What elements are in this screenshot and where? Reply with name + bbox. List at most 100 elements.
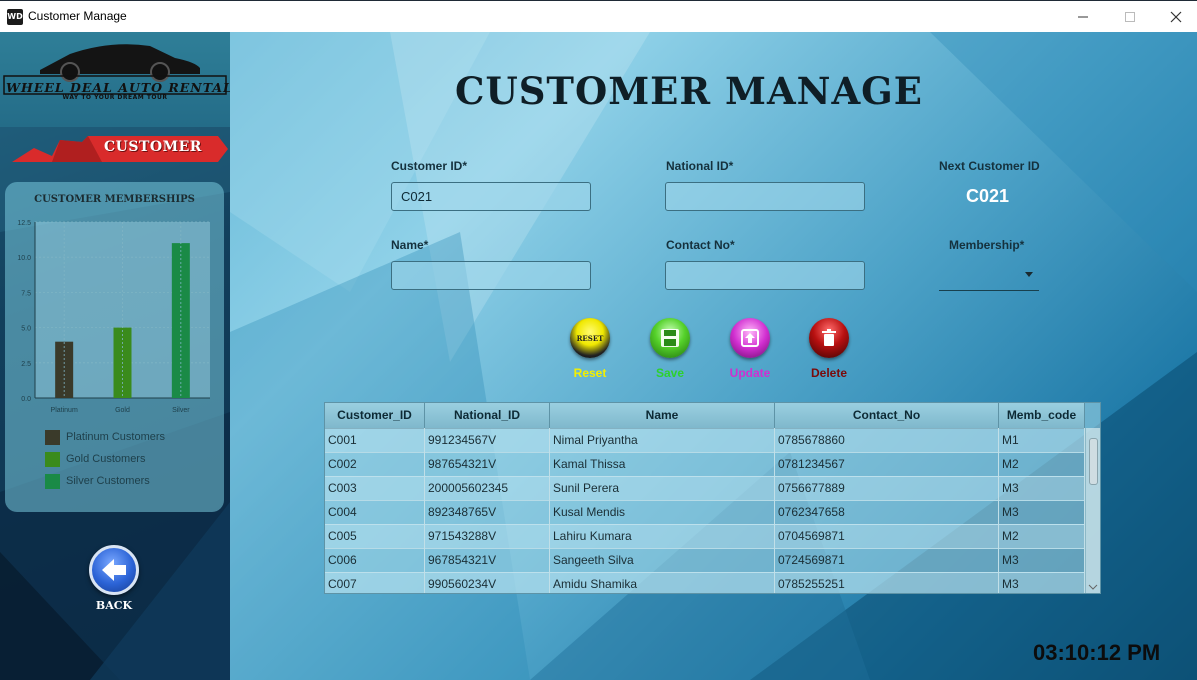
- column-header-national-id[interactable]: National_ID: [425, 403, 550, 428]
- name-field[interactable]: [391, 261, 591, 290]
- y-tick-label: 2.5: [21, 361, 31, 368]
- table-header: Customer_ID National_ID Name Contact_No …: [325, 403, 1085, 429]
- cell-customer-id: C004: [325, 500, 425, 524]
- y-tick-label: 0.0: [21, 396, 31, 403]
- membership-label: Membership*: [949, 238, 1025, 252]
- maximize-button[interactable]: [1107, 1, 1153, 32]
- table-row[interactable]: C004 892348765V Kusal Mendis 0762347658 M3: [325, 500, 1085, 525]
- delete-label: Delete: [810, 366, 848, 380]
- y-tick-label: 5.0: [21, 326, 31, 333]
- y-tick-label: 7.5: [21, 290, 31, 297]
- update-icon: [741, 329, 759, 347]
- legend-swatch-gold: [45, 451, 60, 467]
- cell-contact-no: 0762347658: [775, 500, 999, 524]
- app-logo-icon: WD: [7, 9, 23, 25]
- cell-contact-no: 0756677889: [775, 476, 999, 500]
- scroll-down-icon[interactable]: [1087, 583, 1099, 591]
- cell-name: Sangeeth Silva: [550, 548, 775, 572]
- column-header-name[interactable]: Name: [550, 403, 775, 428]
- save-button[interactable]: [650, 318, 690, 358]
- table-body: C001 991234567V Nimal Priyantha 0785678860 M…: [325, 428, 1085, 593]
- cell-memb-code: M1: [999, 428, 1085, 452]
- logo-tagline: WAY TO YOUR DREAM TOUR: [62, 94, 168, 101]
- maximize-icon: [1125, 11, 1135, 22]
- legend-item-platinum: Platinum Customers: [45, 428, 165, 446]
- cell-memb-code: M3: [999, 500, 1085, 524]
- cell-name: Amidu Shamika: [550, 572, 775, 593]
- title-bar: WD Customer Manage: [0, 0, 1197, 32]
- close-button[interactable]: [1153, 1, 1197, 32]
- table-row[interactable]: C007 990560234V Amidu Shamika 0785255251 M3: [325, 572, 1085, 593]
- y-tick-label: 12.5: [17, 220, 31, 227]
- main-panel: CUSTOMER MANAGE Customer ID* National ID…: [230, 32, 1197, 680]
- chart-title: CUSTOMER MEMBERSHIPS: [34, 194, 195, 205]
- cell-contact-no: 0781234567: [775, 452, 999, 476]
- legend-label-gold: Gold Customers: [66, 453, 146, 465]
- cell-memb-code: M2: [999, 524, 1085, 548]
- national-id-label: National ID*: [666, 159, 734, 173]
- cell-memb-code: M3: [999, 548, 1085, 572]
- update-label: Update: [729, 366, 771, 380]
- table-row[interactable]: C006 967854321V Sangeeth Silva 0724569871 M3: [325, 548, 1085, 573]
- column-header-customer-id[interactable]: Customer_ID: [325, 403, 425, 428]
- back-label: BACK: [95, 599, 133, 612]
- cell-memb-code: M2: [999, 452, 1085, 476]
- column-header-contact-no[interactable]: Contact_No: [775, 403, 999, 428]
- x-tick-label: Gold: [115, 407, 130, 414]
- cell-national-id: 971543288V: [425, 524, 550, 548]
- legend-item-silver: Silver Customers: [45, 472, 150, 490]
- logo-text: WHEEL DEAL AUTO RENTAL: [6, 80, 230, 95]
- y-tick-label: 10.0: [17, 255, 31, 262]
- cell-contact-no: 0785678860: [775, 428, 999, 452]
- national-id-field[interactable]: [665, 182, 865, 211]
- column-header-memb-code[interactable]: Memb_code: [999, 403, 1085, 428]
- reset-icon: RESET: [576, 333, 604, 343]
- cell-contact-no: 0704569871: [775, 524, 999, 548]
- customer-section-label: CUSTOMER: [104, 139, 202, 155]
- cell-national-id: 200005602345: [425, 476, 550, 500]
- minimize-button[interactable]: [1060, 1, 1106, 32]
- table-row[interactable]: C002 987654321V Kamal Thissa 0781234567 M2: [325, 452, 1085, 477]
- cell-customer-id: C007: [325, 572, 425, 593]
- cell-name: Kamal Thissa: [550, 452, 775, 476]
- legend-label-silver: Silver Customers: [66, 475, 150, 487]
- cell-memb-code: M3: [999, 476, 1085, 500]
- x-tick-label: Silver: [172, 407, 190, 414]
- table-row[interactable]: C003 200005602345 Sunil Perera 0756677889 M3: [325, 476, 1085, 501]
- customer-id-field[interactable]: [391, 182, 591, 211]
- contact-no-field[interactable]: [665, 261, 865, 290]
- table-row[interactable]: C005 971543288V Lahiru Kumara 0704569871 M2: [325, 524, 1085, 549]
- membership-dropdown[interactable]: [939, 262, 1039, 291]
- legend-item-gold: Gold Customers: [45, 450, 145, 468]
- table-scrollbar[interactable]: [1085, 428, 1100, 593]
- back-button[interactable]: [89, 545, 139, 595]
- scrollbar-thumb[interactable]: [1089, 438, 1098, 485]
- customer-id-label: Customer ID*: [391, 159, 468, 173]
- reset-label: Reset: [573, 366, 607, 380]
- cell-customer-id: C006: [325, 548, 425, 572]
- membership-chart-card: CUSTOMER MEMBERSHIPS 0.0 2.5 5.0 7.5 10.0 12.…: [5, 182, 224, 512]
- cell-contact-no: 0785255251: [775, 572, 999, 593]
- cell-contact-no: 0724569871: [775, 548, 999, 572]
- table-row[interactable]: C001 991234567V Nimal Priyantha 0785678860 M…: [325, 428, 1085, 453]
- legend-swatch-platinum: [45, 429, 60, 445]
- delete-button[interactable]: [809, 318, 849, 358]
- name-label: Name*: [391, 238, 429, 252]
- minimize-icon: [1078, 16, 1088, 17]
- cell-name: Lahiru Kumara: [550, 524, 775, 548]
- legend-label-platinum: Platinum Customers: [66, 431, 166, 443]
- trash-icon: [822, 329, 836, 346]
- chart-legend: Platinum Customers Gold Customers Silver…: [39, 428, 209, 500]
- save-icon: [661, 329, 679, 347]
- cell-national-id: 892348765V: [425, 500, 550, 524]
- cell-national-id: 991234567V: [425, 428, 550, 452]
- chevron-down-icon: [1025, 272, 1033, 277]
- legend-swatch-silver: [45, 473, 60, 489]
- back-arrow-icon: [102, 559, 126, 581]
- cell-national-id: 990560234V: [425, 572, 550, 593]
- reset-button[interactable]: RESET: [570, 318, 610, 358]
- logo-panel: WHEEL DEAL AUTO RENTAL WAY TO YOUR DREAM…: [0, 32, 230, 127]
- sidebar: WHEEL DEAL AUTO RENTAL WAY TO YOUR DREAM…: [0, 32, 230, 680]
- cell-name: Nimal Priyantha: [550, 428, 775, 452]
- update-button[interactable]: [730, 318, 770, 358]
